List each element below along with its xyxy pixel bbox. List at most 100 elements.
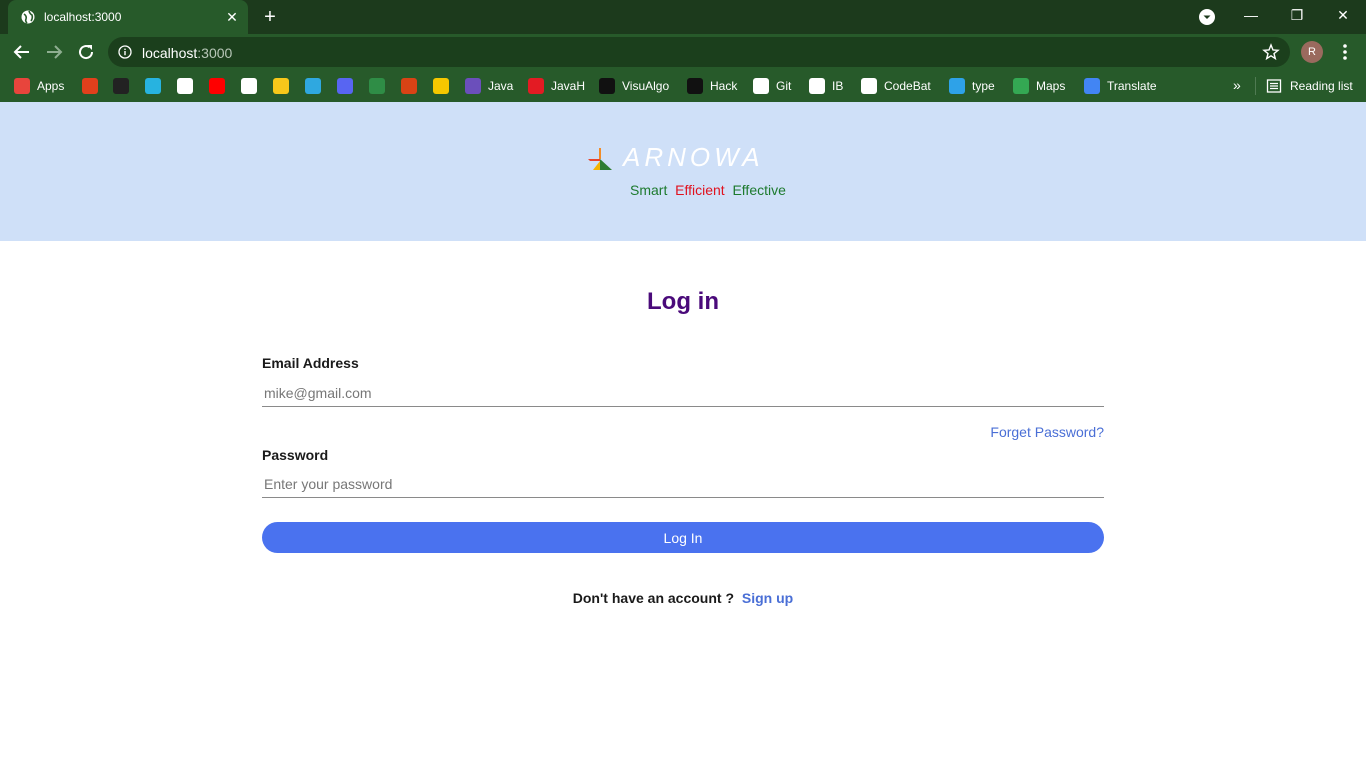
bookmark-item[interactable]: IB	[809, 75, 843, 97]
url-text: localhost:3000	[142, 45, 233, 61]
bookmark-icon	[82, 78, 98, 94]
forgot-password-link[interactable]: Forget Password?	[962, 424, 1104, 440]
window-close-icon[interactable]: ✕	[1320, 0, 1366, 34]
bookmarks-bar: » Reading list Apps Java JavaH VisuAlgo Hack…	[0, 70, 1366, 102]
bookmark-icon	[14, 78, 30, 94]
bookmark-label: type	[972, 79, 995, 93]
bookmark-label: JavaH	[551, 79, 586, 93]
bookmark-item[interactable]	[305, 75, 328, 97]
bookmark-item[interactable]	[369, 75, 392, 97]
bookmark-label: Git	[776, 79, 792, 93]
browser-tab[interactable]: localhost:3000 ✕	[8, 0, 248, 34]
bookmark-label: Java	[488, 79, 514, 93]
bookmark-label: Hack	[710, 79, 738, 93]
bookmark-icon	[337, 78, 353, 94]
bookmark-item[interactable]: JavaH	[528, 75, 585, 97]
bookmark-icon	[241, 78, 257, 94]
globe-icon	[21, 10, 35, 24]
bookmark-icon	[305, 78, 321, 94]
bookmark-label: Apps	[37, 79, 65, 93]
page-title: Log in	[647, 288, 719, 315]
hero-banner: ARNOWA Smart Efficient Effective	[0, 102, 1366, 241]
bookmark-icon	[145, 78, 161, 94]
password-label: Password	[262, 447, 329, 463]
tagline-effective: Effective	[732, 182, 786, 198]
star-icon[interactable]	[1262, 43, 1280, 61]
bookmark-item[interactable]	[337, 75, 360, 97]
bookmark-icon	[273, 78, 289, 94]
bookmark-item[interactable]	[433, 75, 456, 97]
bookmark-item[interactable]	[113, 75, 136, 97]
signup-link[interactable]: Sign up	[742, 590, 793, 606]
bookmark-icon	[753, 78, 769, 94]
bookmark-item[interactable]	[82, 75, 105, 97]
email-label: Email Address	[262, 355, 359, 371]
forward-icon[interactable]	[42, 40, 66, 64]
bookmark-icon	[177, 78, 193, 94]
bookmark-icon	[465, 78, 481, 94]
bookmark-item[interactable]	[209, 75, 232, 97]
bookmark-item[interactable]: Hack	[687, 75, 737, 97]
bookmark-icon	[599, 78, 615, 94]
bookmark-label: Maps	[1036, 79, 1066, 93]
avatar[interactable]: R	[1301, 41, 1323, 63]
bookmark-item[interactable]: type	[949, 75, 995, 97]
minimize-icon[interactable]: —	[1228, 0, 1274, 34]
bookmark-item[interactable]	[177, 75, 200, 97]
bookmark-item[interactable]	[145, 75, 168, 97]
reading-list-icon	[1266, 79, 1282, 93]
restore-icon[interactable]: ❐	[1274, 0, 1320, 34]
bookmark-item[interactable]	[273, 75, 296, 97]
bookmark-icon	[113, 78, 129, 94]
tab-strip: localhost:3000 ✕ + — ❐ ✕	[0, 0, 1366, 34]
tagline-smart: Smart	[630, 182, 668, 198]
brand-name: ARNOWA	[623, 142, 764, 172]
reload-icon[interactable]	[74, 40, 98, 64]
bookmarks-overflow-icon[interactable]: »	[1233, 77, 1241, 93]
bookmark-item[interactable]: Java	[465, 75, 513, 97]
tagline: Smart Efficient Effective	[630, 182, 786, 198]
bookmark-icon	[209, 78, 225, 94]
bookmark-label: IB	[832, 79, 844, 93]
reading-list-button[interactable]: Reading list	[1266, 75, 1353, 97]
bookmark-item[interactable]	[241, 75, 264, 97]
email-field[interactable]	[262, 379, 1104, 407]
bookmark-item[interactable]: Git	[753, 75, 791, 97]
info-icon[interactable]	[118, 45, 132, 59]
tagline-efficient: Efficient	[675, 182, 725, 198]
bookmark-icon	[949, 78, 965, 94]
bookmark-label: Translate	[1107, 79, 1157, 93]
bookmark-item[interactable]: Apps	[14, 75, 64, 97]
bookmark-label: CodeBat	[884, 79, 931, 93]
divider	[1255, 77, 1256, 95]
bookmark-item[interactable]: Translate	[1084, 75, 1157, 97]
bookmark-icon	[1084, 78, 1100, 94]
bookmark-label: VisuAlgo	[622, 79, 670, 93]
back-icon[interactable]	[10, 40, 34, 64]
bookmark-item[interactable]	[401, 75, 424, 97]
bookmark-item[interactable]: CodeBat	[861, 75, 931, 97]
bookmark-icon	[528, 78, 544, 94]
tab-search-icon[interactable]	[1198, 8, 1216, 26]
bookmark-item[interactable]: VisuAlgo	[599, 75, 669, 97]
signup-row: Don't have an account ? Sign up	[0, 590, 1366, 606]
password-field[interactable]	[262, 470, 1104, 498]
bookmark-icon	[861, 78, 877, 94]
tab-title: localhost:3000	[44, 10, 122, 24]
bookmark-icon	[1013, 78, 1029, 94]
login-button[interactable]: Log In	[262, 522, 1104, 553]
bookmark-item[interactable]: Maps	[1013, 75, 1065, 97]
bookmark-icon	[809, 78, 825, 94]
address-bar[interactable]: localhost:3000	[108, 37, 1290, 67]
bookmark-icon	[687, 78, 703, 94]
kebab-menu-icon[interactable]	[1336, 42, 1354, 62]
new-tab-button[interactable]: +	[260, 7, 280, 27]
bookmark-icon	[401, 78, 417, 94]
bookmark-icon	[433, 78, 449, 94]
signup-prompt: Don't have an account ?	[572, 590, 735, 606]
arnowa-logo-icon	[588, 148, 612, 170]
close-icon[interactable]: ✕	[224, 9, 240, 25]
page: ARNOWA Smart Efficient Effective Log in …	[0, 102, 1366, 766]
reading-list-label: Reading list	[1290, 79, 1353, 93]
browser-toolbar: localhost:3000 R	[0, 34, 1366, 70]
